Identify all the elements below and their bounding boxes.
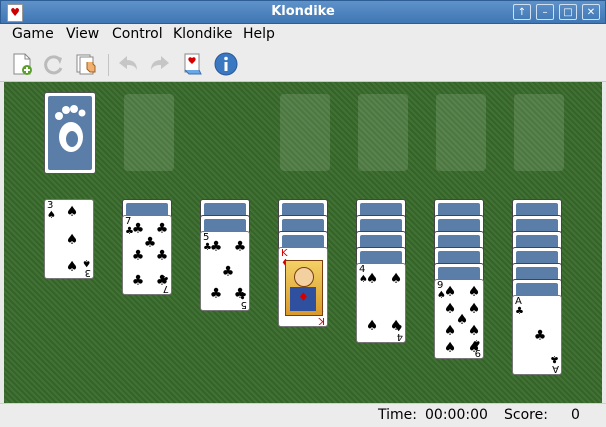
card-rank-bottom: 3 ♠ xyxy=(82,257,91,278)
suit-pip: ♣ xyxy=(209,286,223,302)
tableau-card-6[interactable]: 9 ♠ 9 ♠ ♠ ♠ ♠ ♠ ♠ ♠ ♠ ♠ ♠ xyxy=(434,279,484,359)
suit-pip: ♣ xyxy=(155,273,169,289)
gnome-foot-icon xyxy=(55,105,86,152)
suit-pip: ♠ xyxy=(467,301,481,317)
menu-game[interactable]: Game xyxy=(12,26,54,42)
waste-pile[interactable] xyxy=(124,94,174,171)
keep-above-button[interactable]: ↑ xyxy=(513,4,531,20)
suit-pip: ♠ xyxy=(65,259,79,275)
foundation-1[interactable] xyxy=(280,94,330,171)
maximize-button[interactable]: □ xyxy=(559,4,577,20)
suit-pip: ♠ xyxy=(389,271,403,287)
suit-pip: ♣ xyxy=(131,221,145,237)
suit-pip: ♣ xyxy=(155,248,169,264)
tableau-card-1[interactable]: 3 ♠ 3 ♠ ♠ ♠ ♠ xyxy=(44,199,94,279)
suit-pip: ♠ xyxy=(365,318,379,334)
suit-pip: ♣ xyxy=(131,248,145,264)
suit-pip: ♠ xyxy=(65,204,79,220)
card-rank: A ♣ xyxy=(515,296,524,317)
suit-pip: ♣ xyxy=(209,239,223,255)
suit-pip: ♣ xyxy=(233,286,247,302)
suit-pip: ♣ xyxy=(221,264,235,280)
tableau-card-2[interactable]: 7 ♣ 7 ♣ ♣ ♣ ♣ ♣ ♣ ♣ ♣ xyxy=(122,215,172,295)
suit-pip: ♠ xyxy=(365,271,379,287)
card-rank-bottom: A ♣ xyxy=(550,353,559,374)
tableau-card-4[interactable]: K♦K♦♦ xyxy=(278,247,328,327)
hint-icon[interactable] xyxy=(181,52,205,76)
restart-icon[interactable] xyxy=(42,52,66,76)
foundation-2[interactable] xyxy=(358,94,408,171)
suit-pip: ♠ xyxy=(443,340,457,356)
undo-icon[interactable] xyxy=(116,52,140,76)
menu-bar: Game View Control Klondike Help xyxy=(0,24,606,46)
suit-pip: ♣ xyxy=(533,328,547,344)
time-label: Time: xyxy=(378,407,417,423)
suit-pip: ♠ xyxy=(389,318,403,334)
suit-pip: ♠ xyxy=(467,323,481,339)
minimize-button[interactable]: – xyxy=(536,4,554,20)
score-value: 0 xyxy=(571,407,580,423)
menu-view[interactable]: View xyxy=(66,26,99,42)
king-face-image: ♦ xyxy=(285,260,323,316)
time-value: 00:00:00 xyxy=(425,407,488,423)
card-rank: 3 ♠ xyxy=(47,200,56,221)
toolbar xyxy=(0,46,606,82)
foundation-4[interactable] xyxy=(514,94,564,171)
title-bar: ♥ Klondike ↑ – □ ✕ xyxy=(0,0,606,24)
suit-pip: ♣ xyxy=(143,235,157,251)
menu-control[interactable]: Control xyxy=(112,26,163,42)
toolbar-separator xyxy=(108,54,109,76)
suit-pip: ♣ xyxy=(155,221,169,237)
tableau-card-7[interactable]: A ♣ A ♣ ♣ xyxy=(512,295,562,375)
menu-help[interactable]: Help xyxy=(243,26,275,42)
foundation-3[interactable] xyxy=(436,94,486,171)
close-button[interactable]: ✕ xyxy=(582,4,600,20)
suit-pip: ♠ xyxy=(65,232,79,248)
suit-pip: ♠ xyxy=(467,340,481,356)
suit-pip: ♣ xyxy=(233,239,247,255)
suit-pip: ♠ xyxy=(467,284,481,300)
suit-pip: ♠ xyxy=(443,284,457,300)
stock-pile[interactable] xyxy=(44,92,96,174)
score-label: Score: xyxy=(504,407,548,423)
suit-pip: ♣ xyxy=(131,273,145,289)
game-table[interactable]: 3♠3♠♠♠♠7♣7♣♣♣♣♣♣♣♣5♣5♣♣♣♣♣♣K♦K♦♦4♠4♠♠♠♠♠… xyxy=(4,82,602,403)
suit-pip: ♠ xyxy=(443,323,457,339)
redo-icon[interactable] xyxy=(148,52,172,76)
tableau-card-5[interactable]: 4 ♠ 4 ♠ ♠ ♠ ♠ ♠ xyxy=(356,263,406,343)
status-bar: Time: 00:00:00 Score: 0 xyxy=(0,403,606,427)
new-game-icon[interactable] xyxy=(10,52,34,76)
info-icon[interactable] xyxy=(214,52,238,76)
deal-icon[interactable] xyxy=(74,52,98,76)
menu-klondike[interactable]: Klondike xyxy=(173,26,233,42)
tableau-card-3[interactable]: 5 ♣ 5 ♣ ♣ ♣ ♣ ♣ ♣ xyxy=(200,231,250,311)
